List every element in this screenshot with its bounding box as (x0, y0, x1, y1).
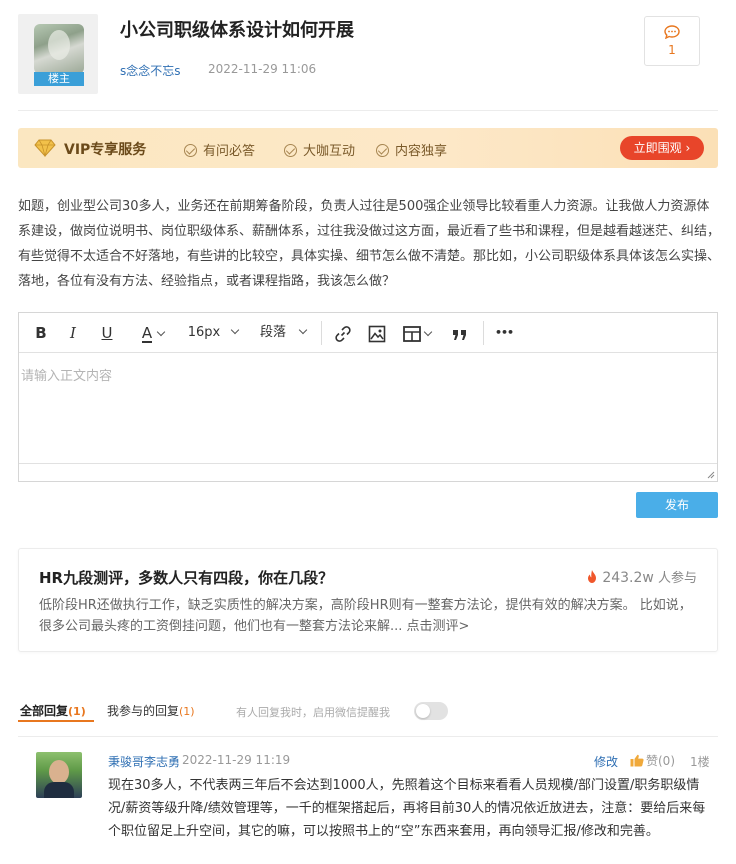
chevron-down-icon (298, 325, 308, 335)
reply-time: 2022-11-29 11:19 (182, 753, 291, 767)
font-size-value: 16px (187, 325, 221, 340)
edit-button[interactable]: 修改 (594, 753, 618, 770)
wechat-reminder-toggle[interactable] (414, 702, 448, 720)
bold-button[interactable]: B (31, 313, 51, 353)
vip-feature-label: 大咖互动 (303, 144, 356, 159)
comment-icon (664, 25, 680, 39)
quote-icon (453, 329, 466, 340)
reply-editor: B I U A 16px 段落 ••• 请输入正文内容 (18, 312, 718, 482)
page-title: 小公司职级体系设计如何开展 (120, 20, 354, 41)
tab-mine-count: (1) (179, 705, 195, 718)
table-button[interactable] (399, 313, 435, 353)
tab-mine-label: 我参与的回复 (107, 704, 180, 718)
paragraph-select[interactable]: 段落 (253, 313, 313, 353)
more-button[interactable]: ••• (491, 313, 517, 353)
vip-feature-2: 大咖互动 (284, 140, 355, 159)
diamond-icon (34, 139, 56, 157)
vip-title: VIP专享服务 (64, 142, 147, 158)
font-color-button[interactable]: A (131, 313, 175, 353)
chevron-down-icon (423, 327, 433, 337)
toolbar-separator (483, 321, 484, 345)
toolbar-separator (321, 321, 322, 345)
participant-count: 243.2w (602, 570, 654, 586)
font-size-select[interactable]: 16px (181, 313, 245, 353)
resize-grip-icon[interactable] (705, 469, 715, 479)
check-circle-icon (376, 144, 389, 157)
reply-text: 现在30多人，不代表两三年后不会达到1000人，先照着这个目标来看看人员规模/部… (108, 778, 706, 839)
promo-stats: 243.2w 人参与 (587, 567, 697, 586)
quote-button[interactable] (447, 313, 473, 353)
post-header: 楼主 小公司职级体系设计如何开展 s念念不忘s 2022-11-29 11:06… (18, 14, 718, 104)
image-icon (368, 325, 386, 342)
tabs-divider (18, 736, 718, 737)
image-button[interactable] (365, 313, 389, 353)
tab-my-replies[interactable]: 我参与的回复(1) (107, 702, 195, 719)
watch-now-label: 立即围观 (633, 141, 682, 155)
check-circle-icon (184, 144, 197, 157)
watch-now-button[interactable]: 立即围观 › (620, 136, 704, 160)
assessment-promo-card[interactable]: HR九段测评，多数人只有四段，你在几段？ 243.2w 人参与 低阶段HR还做执… (18, 548, 718, 652)
header-divider (18, 110, 718, 111)
underline-button[interactable]: U (97, 313, 117, 353)
editor-statusbar (19, 463, 717, 481)
link-icon (335, 325, 351, 342)
participant-suffix: 人参与 (657, 571, 697, 586)
comment-count: 1 (668, 43, 676, 57)
tab-all-replies[interactable]: 全部回复(1) (20, 702, 86, 719)
tab-all-label: 全部回复 (20, 704, 69, 718)
promo-description[interactable]: 低阶段HR还做执行工作，缺乏实质性的解决方案，高阶段HR则有一整套方法论，提供有… (39, 595, 703, 637)
owner-badge: 楼主 (34, 72, 84, 86)
owner-avatar-box[interactable]: 楼主 (18, 14, 98, 94)
post-body: 如题，创业型公司30多人，业务还在前期筹备阶段，负责人过往是500强企业领导比较… (18, 199, 721, 289)
like-label: 赞(0) (646, 754, 675, 768)
thumbs-up-icon (630, 754, 644, 767)
list-item: 秉骏哥李志勇 2022-11-29 11:19 修改 赞(0) 1楼 现在30多… (18, 746, 718, 864)
table-icon (403, 325, 421, 342)
author-link[interactable]: s念念不忘s (120, 62, 181, 79)
check-circle-icon (284, 144, 297, 157)
vip-banner: VIP专享服务 有问必答 大咖互动 内容独享 立即围观 › (18, 128, 718, 168)
editor-placeholder: 请输入正文内容 (21, 369, 113, 384)
vip-feature-label: 内容独享 (395, 144, 448, 159)
reply-author-link[interactable]: 秉骏哥李志勇 (108, 753, 180, 770)
avatar[interactable] (36, 752, 82, 798)
chevron-down-icon (231, 325, 240, 335)
editor-content-area[interactable]: 请输入正文内容 (19, 353, 717, 463)
vip-feature-3: 内容独享 (376, 140, 447, 159)
font-color-icon: A (141, 324, 153, 343)
paragraph-value: 段落 (259, 325, 286, 340)
tab-all-count: (1) (68, 705, 86, 718)
editor-toolbar: B I U A 16px 段落 ••• (19, 313, 717, 353)
post-time: 2022-11-29 11:06 (208, 62, 317, 76)
active-tab-indicator (18, 720, 94, 722)
like-button[interactable]: 赞(0) (630, 752, 675, 769)
wechat-reminder-hint: 有人回复我时，启用微信提醒我 (236, 706, 390, 719)
vip-feature-label: 有问必答 (203, 144, 256, 159)
reply-tabs: 全部回复(1) 我参与的回复(1) 有人回复我时，启用微信提醒我 (18, 700, 718, 726)
publish-button[interactable]: 发布 (636, 492, 718, 518)
link-button[interactable] (331, 313, 355, 353)
promo-title[interactable]: HR九段测评，多数人只有四段，你在几段？ (39, 567, 333, 588)
vip-feature-1: 有问必答 (184, 140, 255, 159)
avatar[interactable] (34, 24, 84, 74)
chevron-down-icon (156, 327, 166, 337)
italic-button[interactable]: I (63, 313, 83, 353)
floor-number: 1楼 (690, 755, 710, 769)
fire-icon (588, 570, 597, 583)
comment-count-button[interactable]: 1 (644, 16, 700, 66)
chevron-right-icon: › (685, 141, 691, 155)
